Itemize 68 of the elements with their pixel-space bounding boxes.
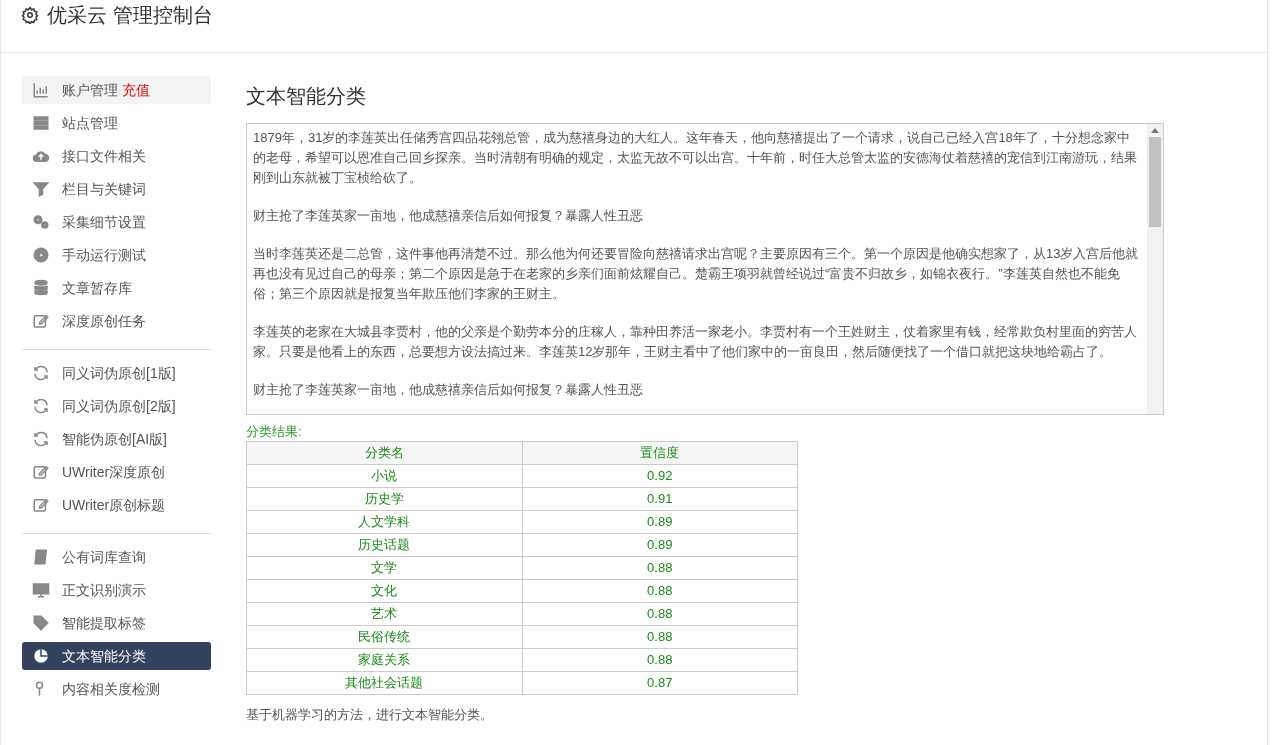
table-cell: 文学 [246,556,522,580]
edit-icon [32,496,50,514]
paragraph: 财主抢了李莲英家一亩地，他成慈禧亲信后如何报复？暴露人性丑恶 [253,207,644,225]
sidebar-item[interactable]: 采集细节设置 [22,208,211,236]
refresh-icon [32,430,50,448]
table-cell: 0.88 [522,556,798,580]
paragraph: 财主抢了李莲英家一亩地，他成慈禧亲信后如何报复？暴露人性丑恶 [253,381,644,399]
sidebar-item[interactable]: 智能伪原创[AI版] [22,425,211,453]
table-cell: 0.89 [522,533,798,557]
table-cell: 历史学 [246,487,522,511]
sidebar-item[interactable]: 账户管理 充值 [22,76,211,104]
table-cell: 小说 [246,464,522,488]
sidebar-item[interactable]: 站点管理 [22,109,211,137]
filter-icon [32,180,50,198]
table-cell: 文化 [246,579,522,603]
table-cell: 0.88 [522,602,798,626]
paragraph: 1879年，31岁的李莲英出任储秀宫四品花翎总管，成为慈禧身边的大红人。这年春天，他向慈禧提出了一个请求，说自己已经入宫18年了，十分想念家中的老母，希望可以恩准自己回乡探亲。当时清朝有明确的规定，太监无故不可以出宫。十年前，时任大总管太监的安德海仗着慈禧的宠信到江南游玩，结果刚到山东就被丁宝桢给砍了。 [253,129,1138,187]
sidebar-item[interactable]: UWriter原创标题 [22,491,211,519]
pie-chart-icon [32,647,50,665]
table-cell: 0.91 [522,487,798,511]
table-cell: 家庭关系 [246,648,522,672]
sidebar-item[interactable]: 文章暂存库 [22,274,211,302]
edit-icon [32,463,50,481]
table-cell: 0.92 [522,464,798,488]
sidebar-item[interactable]: 深度原创任务 [22,307,211,335]
table-cell: 0.88 [522,579,798,603]
scroll-thumb[interactable] [1149,137,1161,227]
paragraph: 李莲英的老家在大城县李贾村，他的父亲是个勤劳本分的庄稼人，靠种田养活一家老小。李贾村有一个王姓财主，仗着家里有钱，经常欺负村里面的穷苦人家。只要是他看上的东西，总要想方设法搞过来。李莲英12岁那年，王财主看中了他们家中的一亩良田，然后随便找了一个借口就把这块地给霸占了。 [253,323,1138,361]
settings-icon [21,6,39,24]
table-cell: 0.88 [522,648,798,672]
scrollbar[interactable] [1147,124,1163,414]
sidebar-item[interactable]: 栏目与关键词 [22,175,211,203]
bar-chart-icon [32,81,50,99]
monitor-icon [32,581,50,599]
table-cell: 人文学科 [246,510,522,534]
table-cell: 0.89 [522,510,798,534]
table-cell: 0.88 [522,625,798,649]
column-header: 置信度 [522,441,798,465]
table-cell: 0.87 [522,671,798,695]
sidebar-item[interactable]: UWriter深度原创 [22,458,211,486]
footnote: 基于机器学习的方法，进行文本智能分类。 [246,706,493,724]
sidebar-item[interactable]: 公有词库查询 [22,543,211,571]
sidebar-item[interactable]: 文本智能分类 [22,642,211,670]
sidebar-item[interactable]: 同义词伪原创[2版] [22,392,211,420]
page-title: 文本智能分类 [246,84,367,109]
column-header: 分类名 [246,441,522,465]
play-icon [32,246,50,264]
table-cell: 民俗传统 [246,625,522,649]
paragraph: 当时李莲英还是二总管，这件事他再清楚不过。那么他为何还要冒险向慈禧请求出宫呢？主要原因有三个。第一个原因是他确实想家了，从13岁入宫后他就再也没有见过自己的母亲；第二个原因是急于在老家的乡亲们面前炫耀自己。楚霸王项羽就曾经说过“富贵不归故乡，如锦衣夜行。”李莲英自然也不能免俗；第三个原因就是报复当年欺压他们李家的王财主。 [253,245,1140,303]
edit-icon [32,312,50,330]
sidebar-item[interactable]: 智能提取标签 [22,609,211,637]
sidebar-item[interactable]: 接口文件相关 [22,142,211,170]
sidebar-item[interactable]: 手动运行测试 [22,241,211,269]
server-icon [32,114,50,132]
app-title: 优采云 管理控制台 [47,3,213,27]
table-cell: 艺术 [246,602,522,626]
text-area[interactable] [246,123,1164,415]
table-cell: 历史话题 [246,533,522,557]
table-cell: 其他社会话题 [246,671,522,695]
sidebar-item[interactable]: 同义词伪原创[1版] [22,359,211,387]
result-label: 分类结果: [246,423,302,441]
scroll-up-icon[interactable] [1151,128,1159,133]
refresh-icon [32,397,50,415]
refresh-icon [32,364,50,382]
sidebar-item[interactable]: 正文识别演示 [22,576,211,604]
tag-icon [32,614,50,632]
sidebar-item[interactable]: 内容相关度检测 [22,675,211,703]
database-icon [32,279,50,297]
